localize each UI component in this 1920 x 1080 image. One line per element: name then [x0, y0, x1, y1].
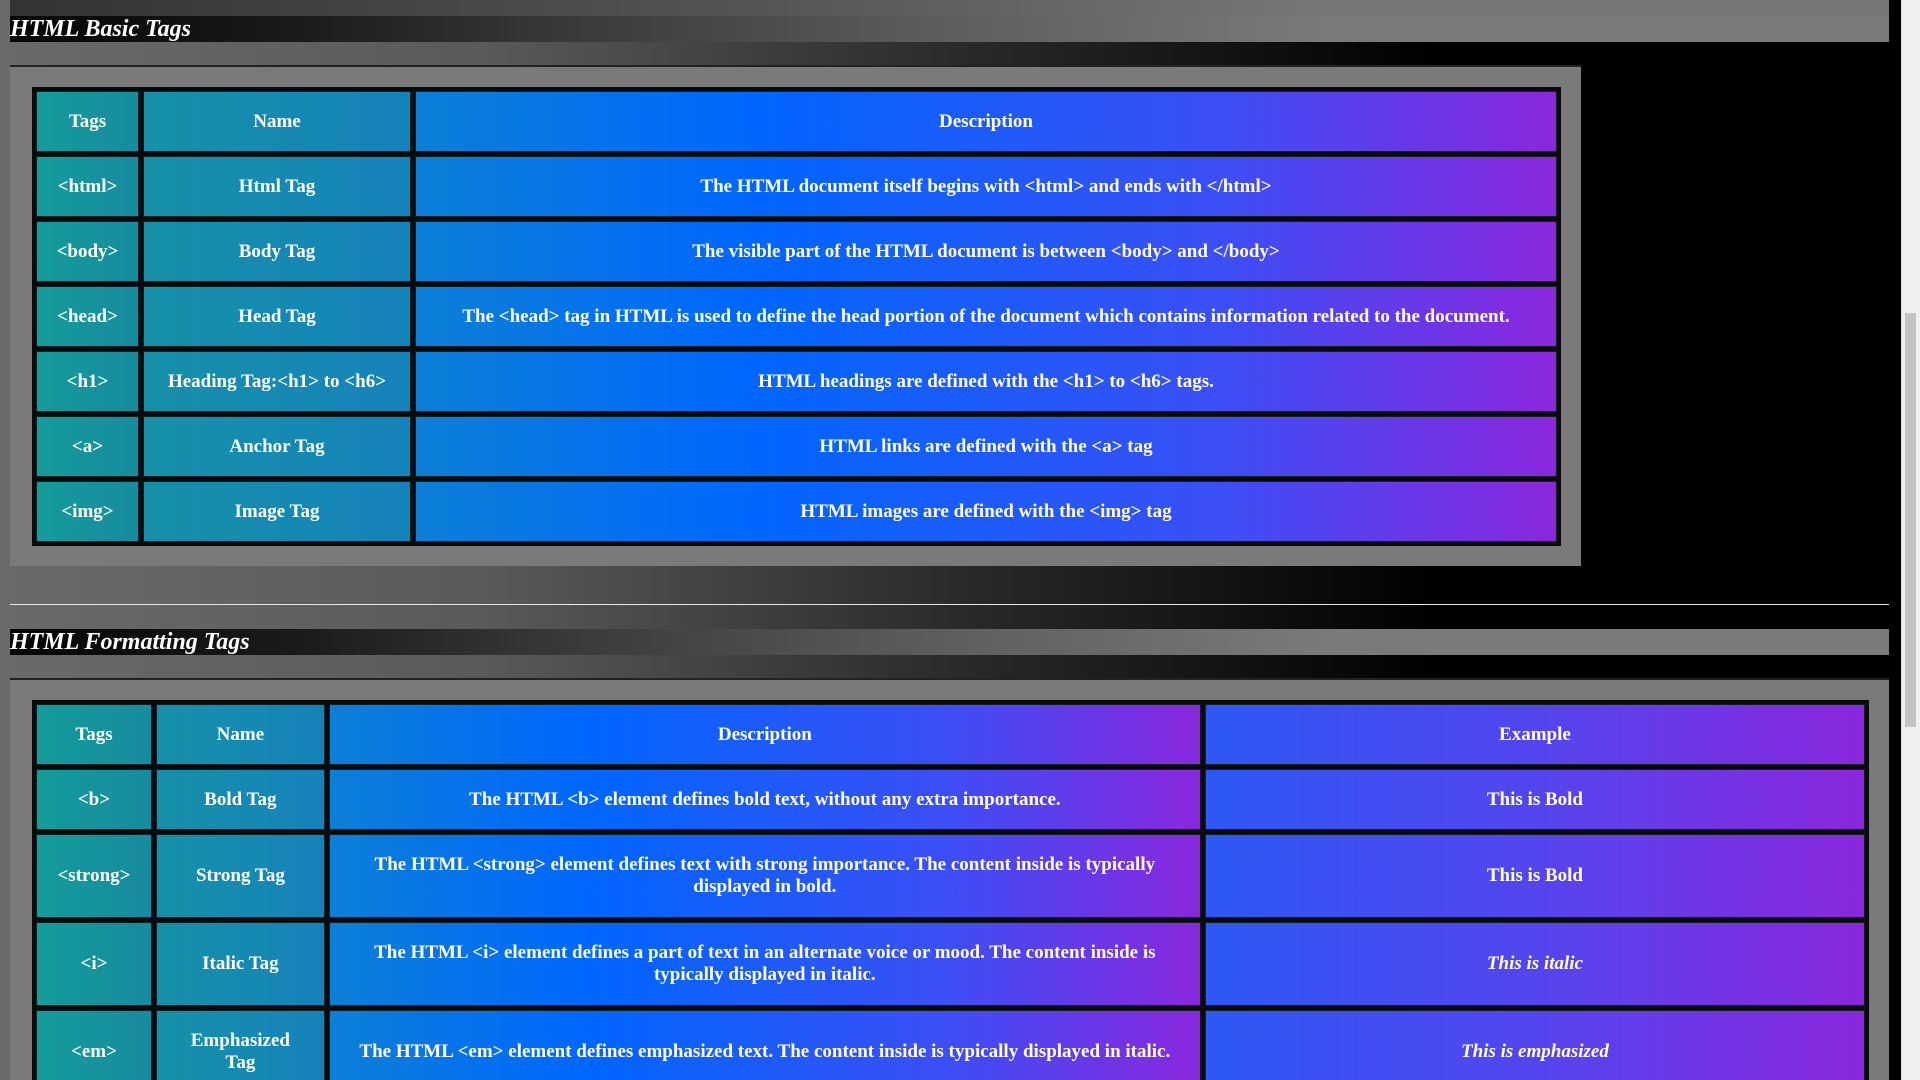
- name-cell: Body Tag: [143, 221, 411, 282]
- page-content: HTML Basic Tags Tags Name Description <h…: [10, 0, 1889, 1080]
- table-header-row: Tags Name Description: [36, 91, 1557, 152]
- table-row: <body> Body Tag The visible part of the …: [36, 221, 1557, 282]
- header-tags: Tags: [36, 704, 152, 765]
- header-name: Name: [155, 704, 325, 765]
- example-cell: This is Bold: [1204, 834, 1865, 918]
- description-cell: The HTML <strong> element defines text w…: [328, 834, 1201, 918]
- description-cell: The HTML <b> element defines bold text, …: [328, 769, 1201, 830]
- example-cell: This is Bold: [1204, 769, 1865, 830]
- table-row: <head> Head Tag The <head> tag in HTML i…: [36, 286, 1557, 347]
- table-row: <html> Html Tag The HTML document itself…: [36, 156, 1557, 217]
- description-cell: The visible part of the HTML document is…: [415, 221, 1557, 282]
- description-cell: The <head> tag in HTML is used to define…: [415, 286, 1557, 347]
- tag-cell: <strong>: [36, 834, 152, 918]
- description-cell: HTML headings are defined with the <h1> …: [415, 351, 1557, 412]
- name-cell: Heading Tag:<h1> to <h6>: [143, 351, 411, 412]
- section-title-formatting: HTML Formatting Tags: [10, 629, 1889, 655]
- table-header-row: Tags Name Description Example: [36, 704, 1865, 765]
- section-divider: [10, 604, 1889, 605]
- name-cell: Head Tag: [143, 286, 411, 347]
- table-row: <img> Image Tag HTML images are defined …: [36, 481, 1557, 542]
- table-row: <h1> Heading Tag:<h1> to <h6> HTML headi…: [36, 351, 1557, 412]
- section-title-basic: HTML Basic Tags: [10, 16, 1889, 42]
- vertical-scrollbar[interactable]: [1901, 0, 1920, 1080]
- table-row: <b> Bold Tag The HTML <b> element define…: [36, 769, 1865, 830]
- tag-cell: <b>: [36, 769, 152, 830]
- header-example: Example: [1204, 704, 1865, 765]
- tag-cell: <i>: [36, 922, 152, 1006]
- tag-cell: <head>: [36, 286, 139, 347]
- tag-cell: <img>: [36, 481, 139, 542]
- description-cell: HTML images are defined with the <img> t…: [415, 481, 1557, 542]
- description-cell: The HTML <i> element defines a part of t…: [328, 922, 1201, 1006]
- table-row: <strong> Strong Tag The HTML <strong> el…: [36, 834, 1865, 918]
- formatting-tags-table-frame: Tags Name Description Example <b> Bold T…: [10, 678, 1889, 1080]
- scrollbar-thumb[interactable]: [1905, 313, 1916, 727]
- description-cell: HTML links are defined with the <a> tag: [415, 416, 1557, 477]
- tag-cell: <h1>: [36, 351, 139, 412]
- name-cell: Bold Tag: [155, 769, 325, 830]
- table-row: <a> Anchor Tag HTML links are defined wi…: [36, 416, 1557, 477]
- tag-cell: <html>: [36, 156, 139, 217]
- header-description: Description: [415, 91, 1557, 152]
- tag-cell: <em>: [36, 1010, 152, 1080]
- example-cell: This is emphasized: [1204, 1010, 1865, 1080]
- name-cell: Emphasized Tag: [155, 1010, 325, 1080]
- name-cell: Html Tag: [143, 156, 411, 217]
- name-cell: Strong Tag: [155, 834, 325, 918]
- header-description: Description: [328, 704, 1201, 765]
- header-tags: Tags: [36, 91, 139, 152]
- name-cell: Anchor Tag: [143, 416, 411, 477]
- top-bar: [10, 0, 1889, 16]
- name-cell: Image Tag: [143, 481, 411, 542]
- basic-tags-table: Tags Name Description <html> Html Tag Th…: [32, 87, 1561, 546]
- formatting-tags-table: Tags Name Description Example <b> Bold T…: [32, 700, 1869, 1080]
- table-row: <em> Emphasized Tag The HTML <em> elemen…: [36, 1010, 1865, 1080]
- tag-cell: <a>: [36, 416, 139, 477]
- table-row: <i> Italic Tag The HTML <i> element defi…: [36, 922, 1865, 1006]
- basic-tags-table-frame: Tags Name Description <html> Html Tag Th…: [10, 65, 1581, 566]
- description-cell: The HTML document itself begins with <ht…: [415, 156, 1557, 217]
- example-cell: This is italic: [1204, 922, 1865, 1006]
- description-cell: The HTML <em> element defines emphasized…: [328, 1010, 1201, 1080]
- header-name: Name: [143, 91, 411, 152]
- tag-cell: <body>: [36, 221, 139, 282]
- name-cell: Italic Tag: [155, 922, 325, 1006]
- page-viewport: HTML Basic Tags Tags Name Description <h…: [0, 0, 1902, 1080]
